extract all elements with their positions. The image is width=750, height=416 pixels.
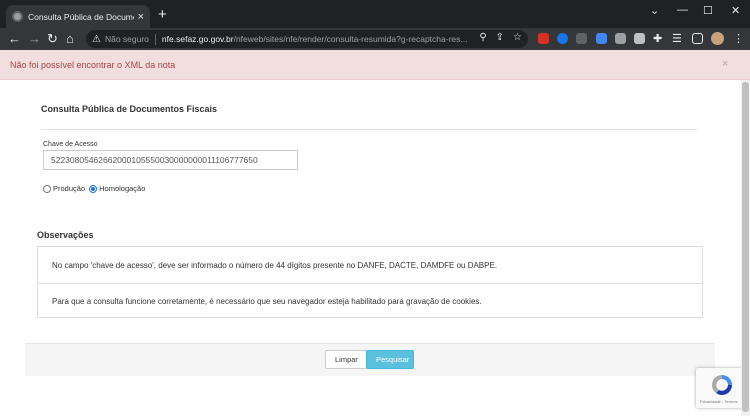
observacoes-list: No campo 'chave de acesso', deve ser inf… [37, 246, 703, 318]
extension-icon[interactable] [634, 33, 645, 44]
divider [154, 33, 156, 45]
limpar-button[interactable]: Limpar [325, 350, 368, 369]
list-item: No campo 'chave de acesso', deve ser inf… [52, 260, 498, 270]
share-icon[interactable]: ⇪ [496, 32, 504, 43]
puzzle-extensions-icon[interactable]: ✚ [653, 31, 662, 47]
zoom-icon[interactable]: ⚲ [479, 32, 486, 43]
maximize-button[interactable]: ☐ [703, 4, 713, 17]
error-alert: Não foi possível encontrar o XML da nota… [0, 50, 750, 80]
extension-icon[interactable] [576, 33, 587, 44]
radio-homologacao[interactable] [89, 184, 98, 193]
chave-acesso-input[interactable] [43, 150, 298, 170]
menu-kebab-icon[interactable]: ⋮ [733, 31, 744, 47]
alert-message: Não foi possível encontrar o XML da nota [10, 60, 176, 70]
new-tab-button[interactable]: + [158, 7, 167, 22]
adblock-extension-icon[interactable] [538, 33, 549, 44]
list-item: Para que a consulta funcione corretament… [38, 283, 702, 319]
radio-producao[interactable] [43, 184, 51, 193]
scrollbar-thumb[interactable] [742, 82, 749, 412]
tab-close-icon[interactable]: × [138, 11, 144, 23]
url-host: nfe.sefaz.go.gov.br [161, 34, 234, 44]
page-title: Consulta Pública de Documentos Fiscais [41, 104, 218, 114]
extension-icon[interactable] [615, 33, 626, 44]
reload-icon[interactable]: ↻ [47, 31, 58, 47]
home-icon[interactable]: ⌂ [66, 31, 74, 47]
address-bar[interactable]: ⚠ Não seguro nfe.sefaz.go.gov.br /nfeweb… [86, 30, 528, 48]
browser-tab-bar: Consulta Pública de Documentos Fiscais ×… [0, 0, 750, 28]
url-path: /nfeweb/sites/nfe/render/consulta-resumi… [233, 34, 468, 44]
bookmark-star-icon[interactable]: ☆ [513, 32, 522, 43]
recaptcha-logo-icon [712, 375, 732, 395]
environment-radio-group: Produção Homologação [43, 184, 149, 193]
translate-extension-icon[interactable] [596, 33, 607, 44]
avatar[interactable] [711, 32, 724, 45]
radio-producao-label[interactable]: Produção [53, 184, 85, 193]
extension-icon[interactable] [557, 33, 568, 44]
pesquisar-button[interactable]: Pesquisar [366, 350, 414, 369]
close-icon[interactable]: × [722, 58, 728, 70]
close-window-button[interactable]: ✕ [731, 4, 740, 17]
side-panel-icon[interactable] [692, 33, 703, 44]
observacoes-title: Observações [37, 230, 94, 240]
tab-search-icon[interactable]: ⌄ [650, 4, 659, 17]
globe-icon [12, 11, 23, 22]
warning-icon: ⚠ [92, 33, 101, 45]
tab-title: Consulta Pública de Documentos Fiscais [28, 11, 134, 22]
radio-homologacao-label[interactable]: Homologação [99, 184, 145, 193]
browser-tab[interactable]: Consulta Pública de Documentos Fiscais × [6, 5, 150, 28]
reading-list-icon[interactable]: ☰ [672, 31, 682, 47]
recaptcha-footer-text: Privacidade - Termos [700, 399, 738, 404]
insecure-label: Não seguro [104, 34, 149, 44]
browser-toolbar: ← → ↻ ⌂ ⚠ Não seguro nfe.sefaz.go.gov.br… [0, 28, 750, 50]
back-icon[interactable]: ← [8, 31, 21, 47]
minimize-button[interactable]: — [677, 4, 688, 16]
forward-icon[interactable]: → [28, 31, 41, 47]
divider [41, 129, 697, 130]
chave-label: Chave de Acesso [43, 141, 98, 148]
